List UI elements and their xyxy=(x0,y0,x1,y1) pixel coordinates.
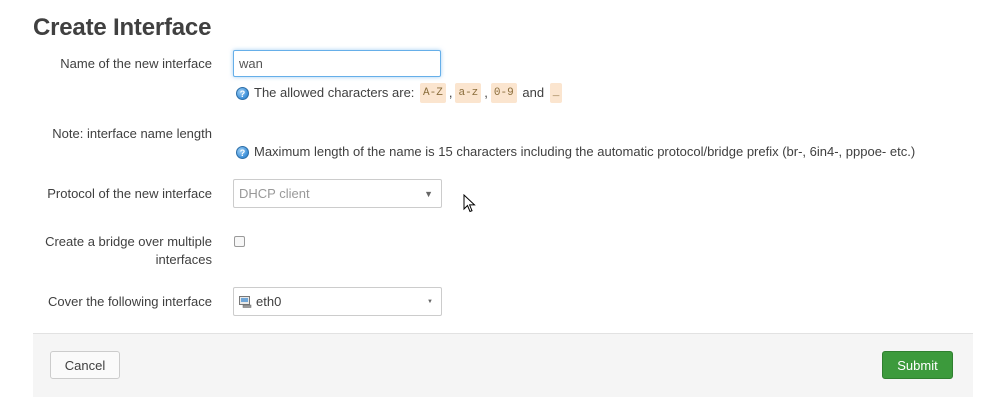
caret-down-icon: ▼ xyxy=(424,189,433,199)
bridge-label-line1: Create a bridge over multiple xyxy=(45,234,212,249)
help-icon: ? xyxy=(236,145,249,159)
submit-button[interactable]: Submit xyxy=(882,351,953,379)
interface-name-input[interactable] xyxy=(233,50,441,77)
separator: , xyxy=(484,85,488,100)
ethernet-port-icon xyxy=(239,295,252,308)
cover-interface-selected-value: eth0 xyxy=(256,294,282,309)
name-length-note-label: Note: interface name length xyxy=(52,126,212,141)
cover-interface-label: Cover the following interface xyxy=(47,294,212,309)
allowed-lowercase: a-z xyxy=(455,83,482,103)
name-length-hint-text: Maximum length of the name is 15 charact… xyxy=(254,144,916,159)
protocol-select[interactable]: DHCP client ▼ xyxy=(233,179,442,208)
mouse-pointer-icon xyxy=(463,193,476,217)
bridge-label: Create a bridge over multiple interfaces xyxy=(12,233,212,269)
interface-name-label: Name of the new interface xyxy=(60,56,212,71)
help-icon: ? xyxy=(236,86,249,100)
protocol-selected-value: DHCP client xyxy=(239,186,310,201)
cancel-button[interactable]: Cancel xyxy=(50,351,120,379)
bridge-checkbox[interactable] xyxy=(234,236,245,247)
modal-footer: Cancel Submit xyxy=(33,333,973,397)
caret-down-icon: ▼ xyxy=(427,299,433,305)
and-word: and xyxy=(522,85,545,100)
separator: , xyxy=(448,85,453,100)
allowed-characters-text: The allowed characters are: xyxy=(254,85,415,100)
protocol-label: Protocol of the new interface xyxy=(47,186,212,201)
cover-interface-select[interactable]: eth0 ▼ xyxy=(233,287,442,316)
page-title: Create Interface xyxy=(33,14,212,41)
allowed-uppercase: A-Z xyxy=(420,83,446,103)
name-length-hint: ? Maximum length of the name is 15 chara… xyxy=(236,143,915,161)
allowed-digits: 0-9 xyxy=(490,83,517,103)
bridge-label-line2: interfaces xyxy=(155,252,212,267)
allowed-underscore: _ xyxy=(549,83,563,103)
allowed-characters-hint: ? The allowed characters are: A-Z, a-z, … xyxy=(236,83,564,103)
